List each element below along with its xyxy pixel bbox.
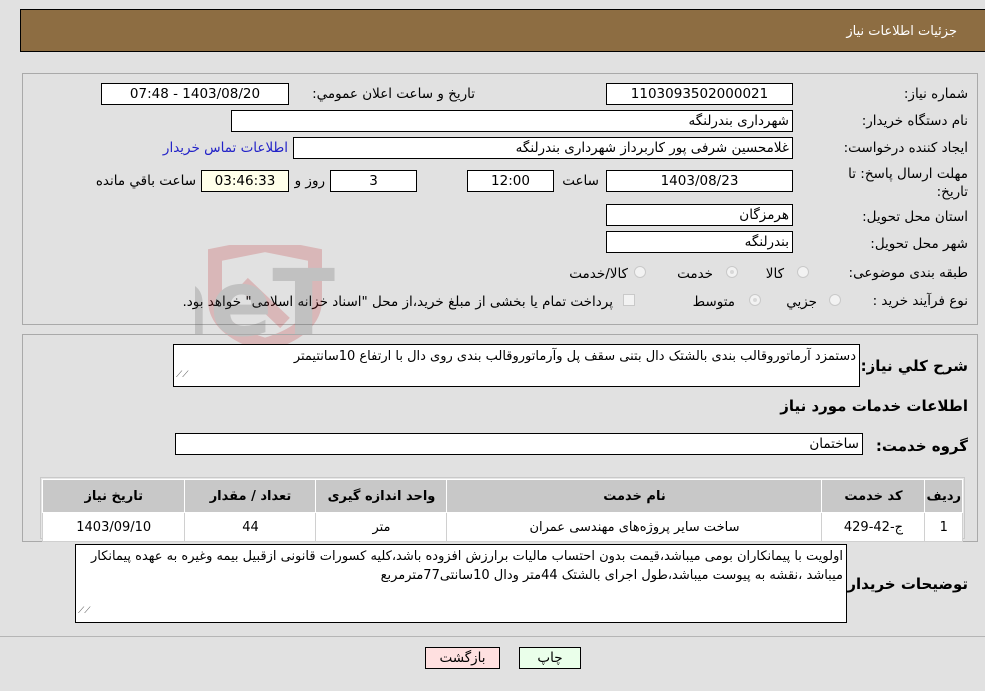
- buyer-contact-link[interactable]: اطلاعات تماس خریدار: [163, 140, 288, 156]
- table-header-row: ردیف کد خدمت نام خدمت واحد اندازه گیری ت…: [41, 479, 963, 513]
- treasury-checkbox[interactable]: [623, 294, 635, 306]
- requester-field: غلامحسین شرفی پور کاربرداز شهرداری بندرل…: [293, 137, 793, 159]
- col-service-code: کد خدمت: [821, 479, 926, 513]
- footer-divider: [0, 636, 985, 637]
- category-option-goods-service: کالا/خدمت: [569, 266, 628, 282]
- process-radio-medium[interactable]: [749, 294, 761, 306]
- category-radio-goods[interactable]: [797, 266, 809, 278]
- days-label: روز و: [294, 173, 325, 189]
- col-unit: واحد اندازه گیری: [315, 479, 448, 513]
- buyer-org-field: شهرداری بندرلنگه: [231, 110, 793, 132]
- treasury-note: پرداخت تمام یا بخشی از مبلغ خرید،از محل …: [182, 294, 613, 310]
- cell-row-number: 1: [924, 512, 963, 542]
- category-radio-goods-service[interactable]: [634, 266, 646, 278]
- buyer-notes-textarea[interactable]: اولویت با پیمانکاران بومی میباشد،قیمت بد…: [75, 544, 847, 623]
- remaining-time-label: ساعت باقي مانده: [95, 173, 196, 189]
- services-table-wrap: ردیف کد خدمت نام خدمت واحد اندازه گیری ت…: [40, 477, 965, 542]
- process-type-label: نوع فرآیند خرید :: [872, 293, 968, 309]
- need-number-field: 1103093502000021: [606, 83, 793, 105]
- print-button[interactable]: چاپ: [519, 647, 581, 669]
- process-radio-minor[interactable]: [829, 294, 841, 306]
- page-header: جزئیات اطلاعات نیاز: [20, 9, 985, 52]
- announce-datetime-field: 1403/08/20 - 07:48: [101, 83, 289, 105]
- service-group-label: گروه خدمت:: [875, 437, 968, 455]
- col-row-number: ردیف: [924, 479, 963, 513]
- resize-grip-icon[interactable]: ⟋⟋: [78, 602, 91, 621]
- deadline-time-field: 12:00: [467, 170, 554, 192]
- back-button[interactable]: بازگشت: [425, 647, 500, 669]
- description-text: دستمزد آرماتوروقالب بندی بالشتک دال بتنی…: [293, 349, 856, 364]
- requester-label: ایجاد کننده درخواست:: [843, 140, 968, 156]
- category-option-service: خدمت: [677, 266, 713, 282]
- process-option-minor: جزيي: [786, 294, 817, 310]
- category-label: طبقه بندی موضوعی:: [848, 265, 968, 281]
- deadline-date-field: 1403/08/23: [606, 170, 793, 192]
- col-service-name: نام خدمت: [446, 479, 823, 513]
- buyer-notes-text: اولویت با پیمانکاران بومی میباشد،قیمت بد…: [90, 549, 843, 583]
- col-need-date: تاریخ نیاز: [41, 479, 186, 513]
- services-section-title: اطلاعات خدمات مورد نیاز: [780, 397, 968, 415]
- city-field: بندرلنگه: [606, 231, 793, 253]
- need-number-label: شماره نیاز:: [903, 86, 968, 102]
- remaining-days-field: 3: [330, 170, 417, 192]
- service-group-field: ساختمان: [175, 433, 863, 455]
- cell-quantity: 44: [184, 512, 317, 542]
- city-label: شهر محل تحویل:: [870, 236, 968, 252]
- table-row: 1 ج-42-429 ساخت سایر پروژه‌های مهندسی عم…: [41, 512, 963, 542]
- resize-grip-icon[interactable]: ⟋⟋: [176, 366, 189, 385]
- category-radio-service[interactable]: [726, 266, 738, 278]
- buyer-notes-label: توضیحات خریدار:: [841, 575, 968, 593]
- province-label: استان محل تحویل:: [862, 209, 968, 225]
- category-option-goods: کالا: [765, 266, 784, 282]
- buyer-org-label: نام دستگاه خریدار:: [861, 113, 968, 129]
- services-table: ردیف کد خدمت نام خدمت واحد اندازه گیری ت…: [41, 479, 963, 542]
- page-title: جزئیات اطلاعات نیاز: [846, 24, 957, 39]
- cell-service-code: ج-42-429: [821, 512, 926, 542]
- description-label: شرح کلي نیاز:: [860, 357, 968, 375]
- province-field: هرمزگان: [606, 204, 793, 226]
- deadline-time-label: ساعت: [562, 173, 599, 189]
- process-option-medium: متوسط: [692, 294, 735, 310]
- remaining-time-field: 03:46:33: [201, 170, 289, 192]
- cell-service-name: ساخت سایر پروژه‌های مهندسی عمران: [446, 512, 823, 542]
- deadline-label: مهلت ارسال پاسخ: تا تاریخ:: [848, 166, 968, 200]
- description-textarea[interactable]: دستمزد آرماتوروقالب بندی بالشتک دال بتنی…: [173, 344, 860, 387]
- col-quantity: تعداد / مقدار: [184, 479, 317, 513]
- cell-need-date: 1403/09/10: [41, 512, 186, 542]
- announce-datetime-label: تاریخ و ساعت اعلان عمومي:: [312, 86, 475, 102]
- cell-unit: متر: [315, 512, 448, 542]
